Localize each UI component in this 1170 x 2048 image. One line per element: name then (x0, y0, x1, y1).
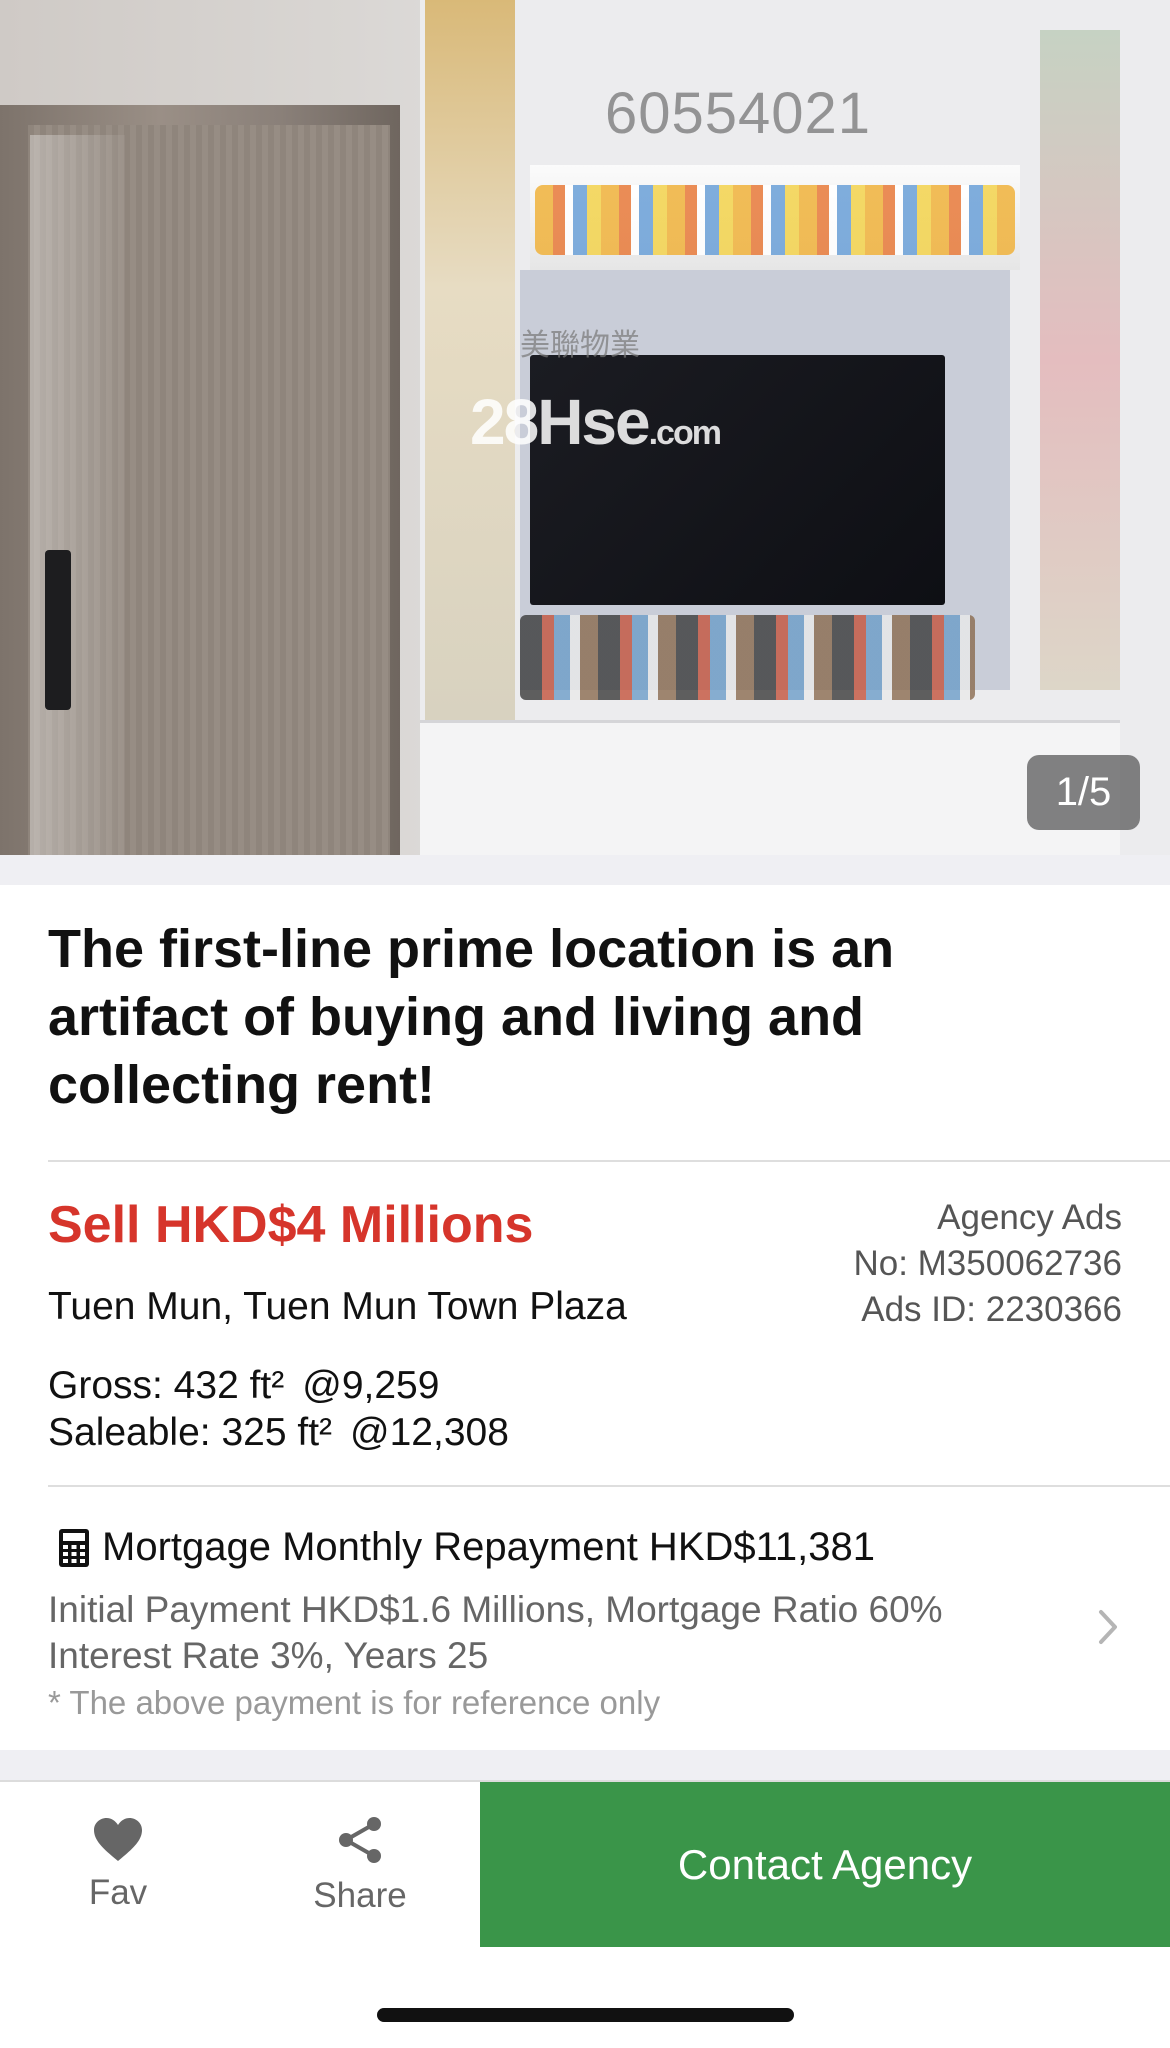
share-label: Share (313, 1876, 407, 1915)
mortgage-details: Initial Payment HKD$1.6 Millions, Mortga… (48, 1587, 943, 1679)
home-indicator[interactable] (377, 2008, 794, 2022)
mortgage-section[interactable]: Mortgage Monthly Repayment HKD$11,381 In… (0, 1487, 1170, 1747)
gross-rate: @9,259 (302, 1364, 440, 1407)
heart-icon (94, 1818, 142, 1861)
photo-counter: 1/5 (1027, 755, 1140, 830)
fav-label: Fav (88, 1873, 148, 1912)
mortgage-title: Mortgage Monthly Repayment HKD$11,381 (58, 1525, 875, 1570)
listing-photo[interactable]: 60554021 美聯物業 28Hse.com 1/5 (0, 0, 1170, 855)
agency-type: Agency Ads (937, 1198, 1122, 1237)
watermark-agency: 美聯物業 (520, 329, 640, 362)
listing-price: Sell HKD$4 Millions (48, 1196, 534, 1254)
calculator-icon (59, 1528, 89, 1567)
photo-door (0, 105, 400, 855)
share-icon (339, 1817, 381, 1863)
agency-number: No: M350062736 (853, 1244, 1122, 1283)
section-divider (0, 1750, 1170, 1780)
saleable-area: Saleable: 325 ft² (48, 1411, 333, 1454)
gross-area: Gross: 432 ft² (48, 1364, 285, 1407)
listing-area: Gross: 432 ft² @9,259 Saleable: 325 ft² @1… (48, 1362, 509, 1456)
chevron-right-icon[interactable] (1093, 1602, 1123, 1652)
agency-info: Agency Ads No: M350062736 Ads ID: 223036… (853, 1195, 1122, 1333)
divider (48, 1160, 1170, 1162)
ads-id: Ads ID: 2230366 (861, 1290, 1122, 1329)
share-button[interactable]: Share (290, 1782, 430, 1948)
mortgage-note: * The above payment is for reference onl… (48, 1684, 661, 1721)
contact-agency-button[interactable]: Contact Agency (480, 1782, 1170, 1947)
mortgage-detail-line: Initial Payment HKD$1.6 Millions, Mortga… (48, 1589, 943, 1630)
listing-title: The first-line prime location is an arti… (48, 919, 895, 1115)
section-divider (0, 855, 1170, 885)
listing-location: Tuen Mun, Tuen Mun Town Plaza (48, 1285, 627, 1328)
mortgage-title-text: Mortgage Monthly Repayment HKD$11,381 (102, 1525, 876, 1569)
watermark-number: 60554021 (605, 81, 872, 146)
saleable-rate: @12,308 (350, 1411, 509, 1454)
watermark-site: 28Hse.com (470, 386, 722, 458)
mortgage-detail-line: Interest Rate 3%, Years 25 (48, 1635, 489, 1676)
fav-button[interactable]: Fav (48, 1782, 188, 1948)
